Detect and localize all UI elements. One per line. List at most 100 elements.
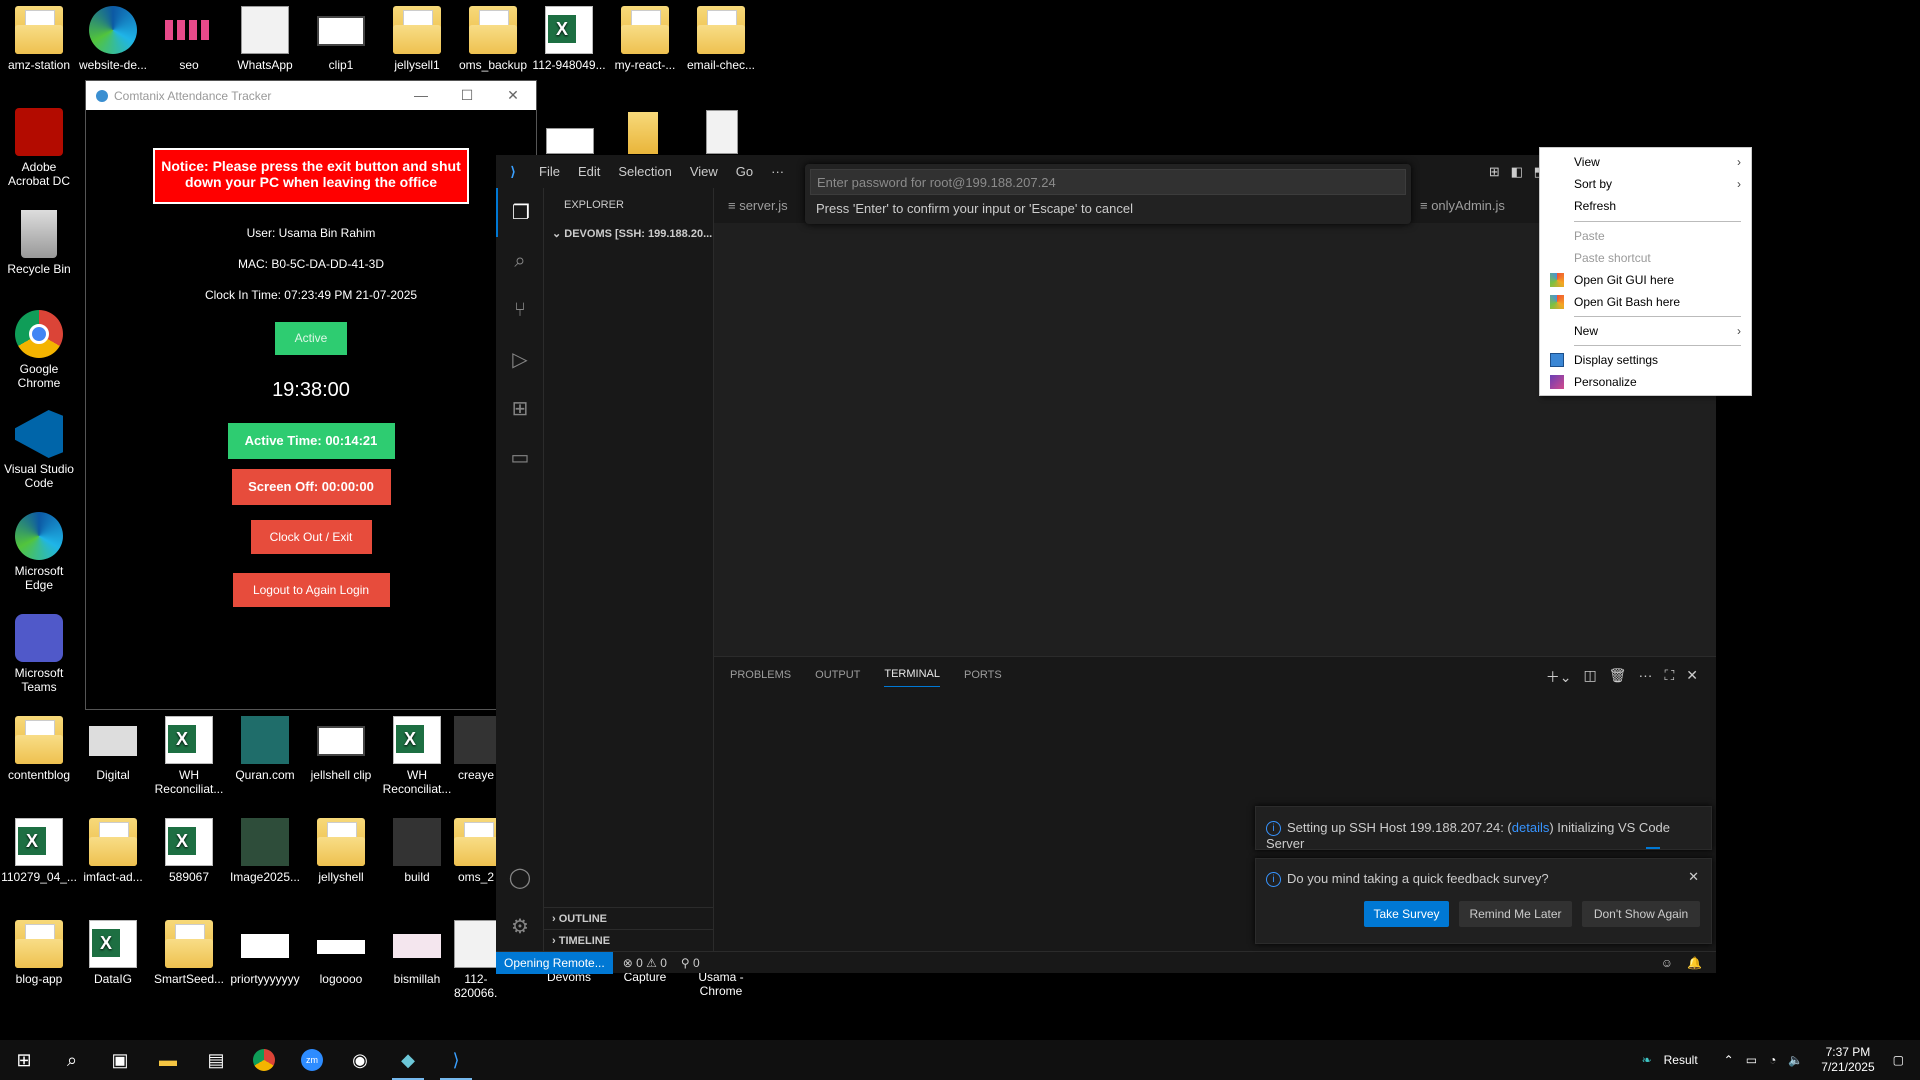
menu-item-personalize[interactable]: Personalize [1540,371,1751,393]
desktop-icon-clip1[interactable]: clip1 [302,6,380,72]
menu-item-paste[interactable]: Paste [1540,225,1751,247]
notification-icon[interactable]: ▢ [1887,1053,1920,1067]
menu-item-open-git-bash[interactable]: Open Git Bash here [1540,291,1751,313]
desktop-icon-589067[interactable]: X 589067 [150,818,228,884]
desktop-icon-110279[interactable]: X 110279_04_... [0,818,78,884]
tab-problems[interactable]: PROBLEMS [730,663,791,687]
tab-terminal[interactable]: TERMINAL [884,662,940,687]
desktop-icon-112-820[interactable]: 112-820066... [454,920,498,1000]
task-view-icon[interactable]: ▣ [96,1040,144,1080]
desktop-icon-quran[interactable]: Quran.com [226,716,304,782]
desktop-icon-website[interactable]: website-de... [74,6,152,72]
search-icon[interactable]: ⌕ [496,237,544,286]
menu-item-view[interactable]: View › [1540,151,1751,173]
extensions-icon[interactable]: ⊞ [496,384,544,433]
outline-section[interactable]: › OUTLINE [544,907,713,929]
menu-item-new[interactable]: New › [1540,320,1751,342]
clock[interactable]: 7:37 PM 7/21/2025 [1809,1045,1886,1075]
menu-item-paste-shortcut[interactable]: Paste shortcut [1540,247,1751,269]
run-debug-icon[interactable]: ▷ [496,335,544,384]
desktop-icon-wh-reconciliation-2[interactable]: X WH Reconciliat... [378,716,456,796]
dont-show-again-button[interactable]: Don't Show Again [1582,901,1700,927]
desktop-icon-my-react[interactable]: my-react-... [606,6,684,72]
document-icon[interactable] [706,110,738,154]
toggle-sidebar-icon[interactable]: ◧ [1511,164,1523,179]
menu-view[interactable]: View [681,164,727,179]
start-windows-icon[interactable]: ⊞ [0,1040,48,1080]
menu-more[interactable]: ··· [762,164,793,179]
tab-output[interactable]: OUTPUT [815,663,860,687]
problems-count[interactable]: ⊗ 0 ⚠ 0 [623,956,667,970]
new-terminal-icon[interactable]: ＋⌄ [1546,667,1572,687]
tab-onlyadmin-js[interactable]: ≡ onlyAdmin.js [1420,188,1505,223]
account-icon[interactable]: ◯ [496,853,544,902]
clock-out-button[interactable]: Clock Out / Exit [250,520,372,554]
menu-selection[interactable]: Selection [609,164,680,179]
desktop-icon-logoooo[interactable]: logoooo [302,920,380,986]
menu-item-open-git-gui[interactable]: Open Git GUI here [1540,269,1751,291]
battery-icon[interactable]: ▭ [1740,1053,1763,1067]
trash-icon[interactable]: 🗑 [1609,667,1627,687]
desktop-icon-seo[interactable]: seo [150,6,228,72]
desktop-icon-oms-2[interactable]: oms_2 [454,818,498,884]
tab-server-js[interactable]: ≡ server.js [728,188,788,223]
desktop-icon-creaye[interactable]: creaye [454,716,498,782]
remote-explorer-icon[interactable]: ▭ [496,433,544,482]
more-actions-icon[interactable]: ··· [1638,667,1652,687]
remote-app-icon[interactable]: ◆ [384,1040,432,1080]
close-panel-icon[interactable]: ✕ [1686,667,1698,687]
maximize-panel-icon[interactable]: ⛶ [1664,667,1674,687]
wifi-icon[interactable]: ◔ [1763,1053,1782,1067]
desktop-icon-datalg[interactable]: X DataIG [74,920,152,986]
desktop-icon-oms-backup[interactable]: oms_backup [454,6,532,72]
file-explorer-icon[interactable]: ▬ [144,1040,192,1080]
close-icon[interactable]: ✕ [1688,869,1699,885]
take-survey-button[interactable]: Take Survey [1364,901,1449,927]
timeline-section[interactable]: › TIMELINE [544,929,713,951]
details-link[interactable]: details [1512,820,1550,835]
desktop-icon-teams[interactable]: Microsoft Teams [0,614,78,694]
desktop-icon-priorty[interactable]: priortyyyyyyy [226,920,304,986]
close-button[interactable]: ✕ [490,87,536,104]
desktop-icon-imfact[interactable]: imfact-ad... [74,818,152,884]
folder-icon[interactable] [628,112,658,154]
volume-icon[interactable]: 🔈 [1782,1053,1809,1067]
excel-icon[interactable] [546,128,594,154]
desktop-icon-image2025[interactable]: Image2025... [226,818,304,884]
window-titlebar[interactable]: Comtanix Attendance Tracker — ☐ ✕ [86,81,536,110]
desktop-icon-edge[interactable]: Microsoft Edge [0,512,78,592]
result-label[interactable]: Result [1658,1053,1704,1067]
desktop-icon-vscode[interactable]: Visual Studio Code [0,410,78,490]
remote-indicator[interactable]: Opening Remote... [496,951,613,974]
desktop-icon-recycle-bin[interactable]: Recycle Bin [0,210,78,276]
desktop-icon-contentblog[interactable]: contentblog [0,716,78,782]
password-input[interactable] [810,169,1406,195]
desktop-icon-whatsapp[interactable]: WhatsApp [226,6,304,72]
copilot-icon[interactable]: ☺ [1661,956,1673,970]
desktop-icon-jellysell1[interactable]: jellysell1 [378,6,456,72]
minimize-button[interactable]: — [398,87,444,104]
maximize-button[interactable]: ☐ [444,87,490,104]
desktop-icon-build[interactable]: build [378,818,456,884]
menu-edit[interactable]: Edit [569,164,609,179]
desktop-icon-jellshell-clip[interactable]: jellshell clip [302,716,380,782]
app-icon[interactable]: ◉ [336,1040,384,1080]
menu-item-display-settings[interactable]: Display settings [1540,349,1751,371]
workspace-root-folder[interactable]: ⌄ DEVOMS [SSH: 199.188.20... [544,223,713,245]
remind-later-button[interactable]: Remind Me Later [1459,901,1572,927]
logout-button[interactable]: Logout to Again Login [232,573,390,607]
tab-ports[interactable]: PORTS [964,663,1002,687]
result-widget-icon[interactable]: ❧ [1636,1053,1658,1067]
ports-count[interactable]: ⚲ 0 [681,956,700,970]
vscode-taskbar-icon[interactable]: ⟩ [432,1040,480,1080]
desktop-icon-wh-reconciliation-1[interactable]: X WH Reconciliat... [150,716,228,796]
desktop-icon-jellyshell[interactable]: jellyshell [302,818,380,884]
desktop-icon-chrome[interactable]: Google Chrome [0,310,78,390]
desktop-icon-blog-app[interactable]: blog-app [0,920,78,986]
split-terminal-icon[interactable]: ◫ [1583,667,1596,687]
menu-item-refresh[interactable]: Refresh [1540,195,1751,217]
desktop-icon-smartseed[interactable]: SmartSeed... [150,920,228,986]
store-icon[interactable]: ▤ [192,1040,240,1080]
desktop-icon-acrobat[interactable]: Adobe Acrobat DC [0,108,78,188]
search-icon[interactable]: ⌕ [48,1040,96,1080]
